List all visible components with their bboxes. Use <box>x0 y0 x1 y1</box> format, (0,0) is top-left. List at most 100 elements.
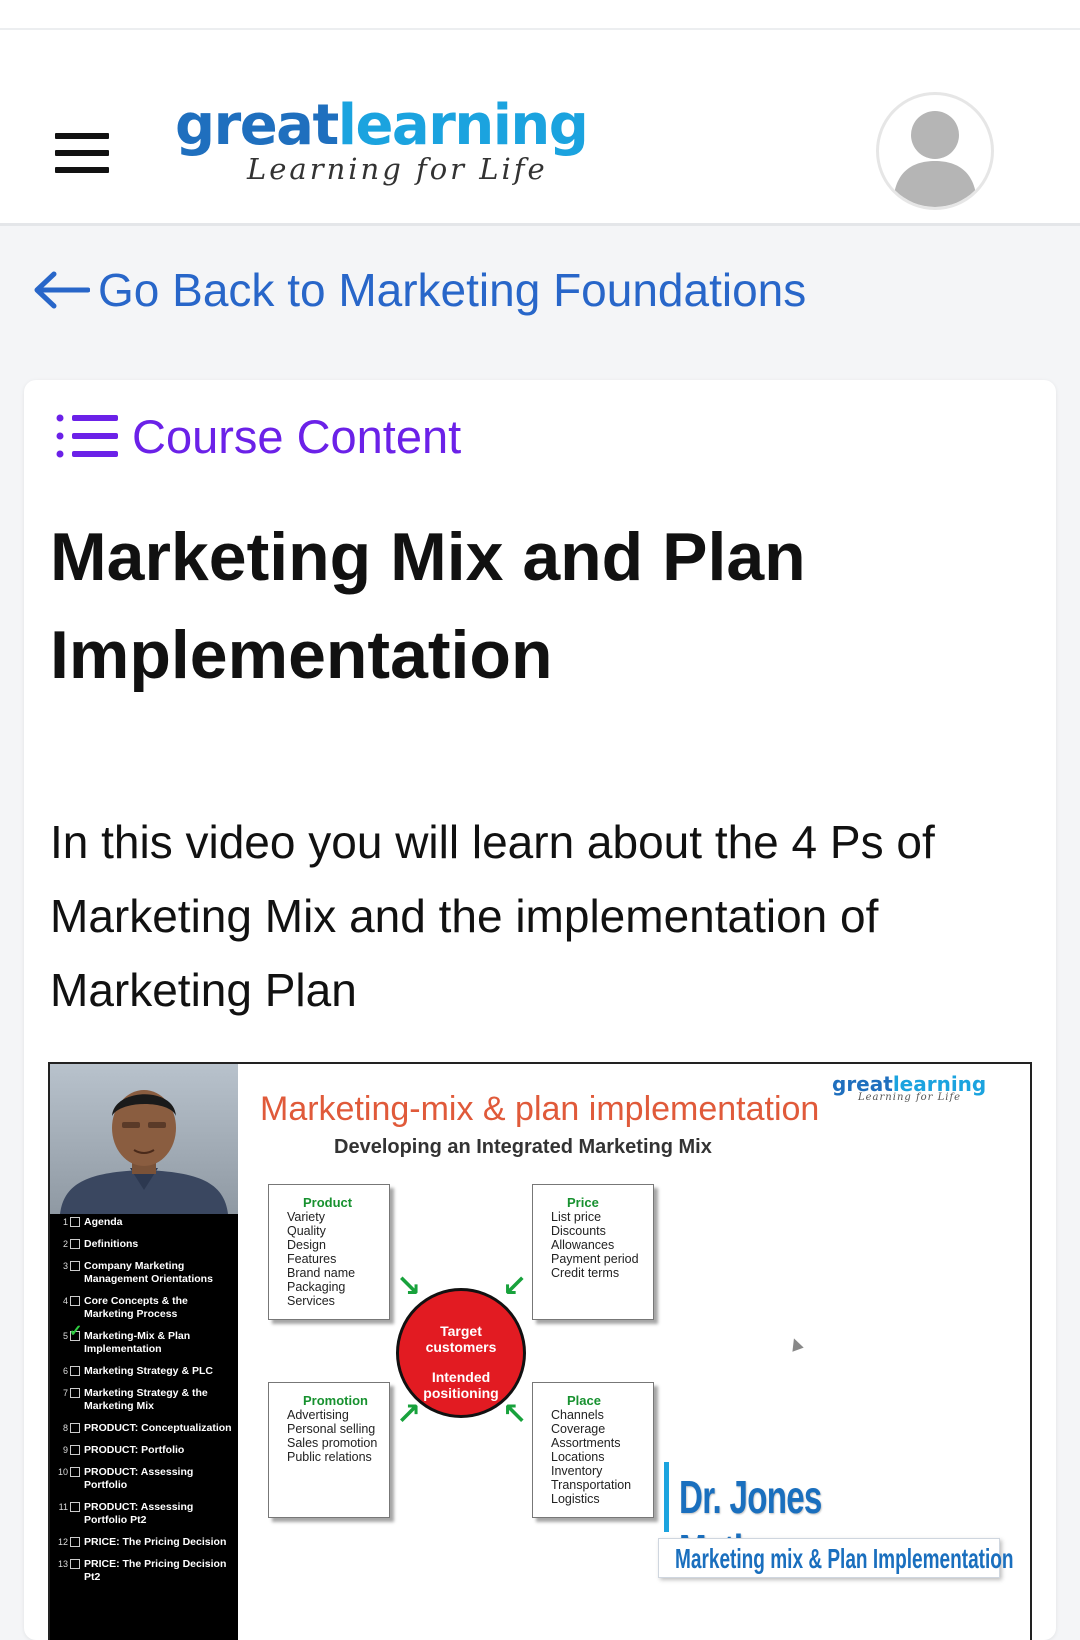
slide-logo: greatlearning Learning for Life <box>832 1072 986 1103</box>
go-back-label: Go Back to Marketing Foundations <box>98 264 807 316</box>
agenda-item: 1 Agenda <box>50 1216 238 1229</box>
agenda-item-number: 2 <box>62 1239 68 1249</box>
price-list-item: Credit terms <box>551 1266 620 1280</box>
promotion-list-item: Public relations <box>287 1450 372 1464</box>
checkmark-icon: ✓ <box>69 1323 83 1340</box>
product-box: Product Variety Quality Design Features Brand… <box>268 1184 390 1320</box>
promotion-heading: Promotion <box>303 1393 368 1408</box>
logo-tagline: Learning for Life <box>247 152 548 186</box>
product-heading: Product <box>303 1195 353 1210</box>
price-list-item: Payment period <box>551 1252 639 1266</box>
product-list-item: Services <box>287 1294 335 1308</box>
agenda-checkbox <box>70 1296 80 1306</box>
place-list-item: Inventory <box>551 1464 603 1478</box>
agenda-item-number: 12 <box>57 1537 68 1547</box>
logo-wordmark: greatlearning <box>175 94 645 158</box>
agenda-item-number: 10 <box>57 1467 68 1477</box>
list-icon <box>56 414 118 458</box>
agenda-item-label: PRODUCT: Conceptualization <box>84 1422 232 1434</box>
agenda-item: 10 PRODUCT: Assessing Portfolio <box>50 1466 238 1492</box>
agenda-item: 13 PRICE: The Pricing Decision Pt2 <box>50 1558 238 1584</box>
product-list-item: Features <box>287 1252 337 1266</box>
agenda-checkbox <box>70 1423 80 1433</box>
logo-word-great: great <box>175 93 339 158</box>
agenda-item-label: Agenda <box>84 1216 123 1228</box>
place-box: Place Channels Coverage Assortments Location… <box>532 1382 654 1518</box>
agenda-item: 11 PRODUCT: Assessing Portfolio Pt2 <box>50 1501 238 1527</box>
agenda-item-number: 8 <box>62 1423 68 1433</box>
product-list-item: Quality <box>287 1224 326 1238</box>
price-list-item: List price <box>551 1210 602 1224</box>
agenda-item-label: Company Marketing Management Orientation… <box>84 1260 213 1285</box>
agenda-checkbox <box>70 1559 80 1569</box>
presenter-name-card: Dr. Jones Mathew <box>664 1462 1030 1577</box>
product-list-item: Brand name <box>287 1266 356 1280</box>
agenda-sidebar: 1 Agenda 2 Definitions 3 Company Marketing Ma… <box>50 1064 238 1640</box>
presenter-thumbnail <box>50 1064 238 1214</box>
slide-subtitle: Developing an Integrated Marketing Mix <box>334 1136 712 1158</box>
agenda-checkbox <box>70 1261 80 1271</box>
place-heading: Place <box>567 1393 601 1408</box>
price-box: Price List price Discounts Allowances Paymen… <box>532 1184 654 1320</box>
place-list-item: Assortments <box>551 1436 621 1450</box>
place-list-item: Locations <box>551 1450 605 1464</box>
agenda-list: 1 Agenda 2 Definitions 3 Company Marketing Ma… <box>50 1216 238 1593</box>
video-player[interactable]: 1 Agenda 2 Definitions 3 Company Marketing Ma… <box>48 1062 1032 1640</box>
presenter-image <box>60 1090 228 1214</box>
arrow-left-icon <box>34 271 90 309</box>
center-line-4: positioning <box>423 1385 499 1401</box>
user-avatar-icon[interactable] <box>876 92 994 210</box>
product-list-item: Packaging <box>287 1280 346 1294</box>
agenda-item: 4 Core Concepts & the Marketing Process <box>50 1295 238 1321</box>
agenda-item-label: PRICE: The Pricing Decision Pt2 <box>84 1558 227 1583</box>
promotion-list-item: Personal selling <box>287 1422 376 1436</box>
agenda-item-label: PRICE: The Pricing Decision <box>84 1536 227 1548</box>
agenda-item: 2 Definitions <box>50 1238 238 1251</box>
greatlearning-logo[interactable]: greatlearning Learning for Life <box>175 94 645 194</box>
agenda-item-label: Core Concepts & the Marketing Process <box>84 1295 188 1320</box>
agenda-item: 3 Company Marketing Management Orientatio… <box>50 1260 238 1286</box>
place-list-item: Coverage <box>551 1422 606 1436</box>
agenda-checkbox <box>70 1467 80 1477</box>
arrow-up-right-icon: ↗ <box>396 1397 422 1432</box>
agenda-item-label: PRODUCT: Portfolio <box>84 1444 185 1456</box>
agenda-item: 7 Marketing Strategy & the Marketing Mix <box>50 1387 238 1413</box>
agenda-item-number: 13 <box>57 1559 68 1569</box>
agenda-item-label: Marketing Strategy & PLC <box>84 1365 213 1377</box>
agenda-checkbox <box>70 1502 80 1512</box>
agenda-item: 9 PRODUCT: Portfolio <box>50 1444 238 1457</box>
agenda-item-label: Marketing Strategy & the Marketing Mix <box>84 1387 208 1412</box>
agenda-item-number: 9 <box>62 1445 68 1455</box>
price-list-item: Discounts <box>551 1224 606 1238</box>
price-heading: Price <box>567 1195 599 1210</box>
agenda-checkbox <box>70 1537 80 1547</box>
avatar-silhouette <box>893 111 977 207</box>
agenda-item: 12 PRICE: The Pricing Decision <box>50 1536 238 1549</box>
agenda-checkbox <box>70 1239 80 1249</box>
agenda-checkbox <box>70 1388 80 1398</box>
center-line-1: Target <box>440 1323 482 1339</box>
agenda-checkbox <box>70 1445 80 1455</box>
agenda-item-number: 7 <box>62 1388 68 1398</box>
target-customers-circle: Target customers Intended positioning <box>396 1288 526 1418</box>
course-content-button[interactable]: Course Content <box>56 406 461 466</box>
lesson-title: Marketing Mix and Plan Implementation <box>50 519 806 693</box>
promotion-list-item: Sales promotion <box>287 1436 378 1450</box>
status-strip <box>0 0 1080 30</box>
agenda-item-label: Definitions <box>84 1238 139 1250</box>
agenda-item-number: 11 <box>58 1502 68 1512</box>
agenda-item-label: PRODUCT: Assessing Portfolio Pt2 <box>84 1501 194 1526</box>
arrow-down-left-icon: ↙ <box>502 1269 528 1304</box>
slide-title: Marketing-mix & plan implementation <box>260 1090 820 1128</box>
place-list-item: Channels <box>551 1408 604 1422</box>
product-list-item: Design <box>287 1238 326 1252</box>
product-list-item: Variety <box>287 1210 325 1224</box>
go-back-link[interactable]: Go Back to Marketing Foundations <box>32 262 806 318</box>
arrow-down-right-icon: ↘ <box>396 1269 422 1304</box>
agenda-item-number: 6 <box>62 1366 68 1376</box>
agenda-item: 6 Marketing Strategy & PLC <box>50 1365 238 1378</box>
price-list-item: Allowances <box>551 1238 615 1252</box>
hamburger-menu-icon[interactable] <box>55 133 109 173</box>
presenter-caption: Marketing mix & Plan Implementation <box>658 1538 1014 1578</box>
agenda-item-label: Marketing-Mix & Plan Implementation <box>84 1330 191 1355</box>
